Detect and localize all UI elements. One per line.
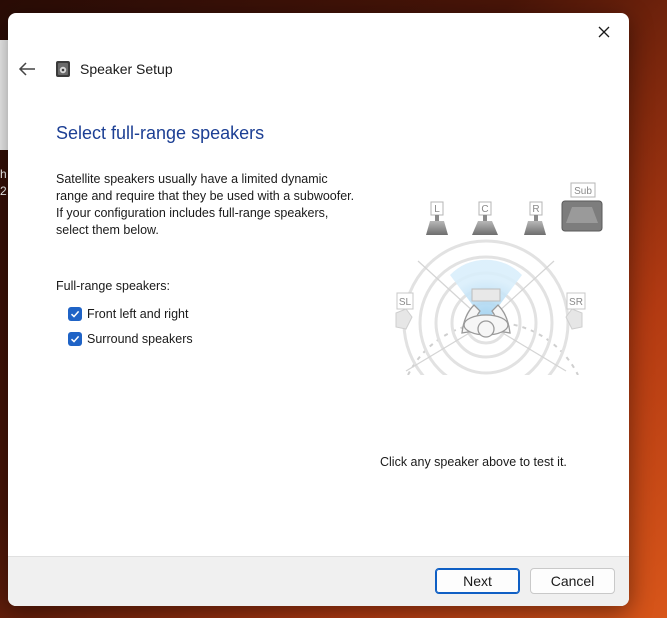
surround-right-speaker[interactable]: SR: [565, 292, 586, 330]
full-range-label: Full-range speakers:: [56, 279, 170, 293]
front-left-right-checkbox[interactable]: Front left and right: [68, 307, 188, 321]
speaker-label: SR: [569, 297, 583, 308]
subwoofer-speaker[interactable]: Sub: [561, 182, 603, 232]
speaker-setup-dialog: Speaker Setup Select full-range speakers…: [8, 13, 629, 606]
checkbox-label: Surround speakers: [87, 332, 193, 346]
speaker-label: R: [532, 204, 539, 215]
next-button[interactable]: Next: [435, 568, 520, 594]
front-right-speaker[interactable]: R: [524, 201, 546, 235]
background-text-fragment: h 2: [0, 167, 7, 198]
description-text: Satellite speakers usually have a limite…: [56, 172, 355, 237]
page-title: Select full-range speakers: [56, 123, 265, 143]
cancel-button[interactable]: Cancel: [530, 568, 615, 594]
surround-speakers-checkbox[interactable]: Surround speakers: [68, 332, 193, 346]
speaker-setup-icon: [56, 61, 70, 77]
front-left-speaker[interactable]: L: [426, 201, 448, 235]
checkmark-icon: [70, 310, 80, 318]
checkbox-checked[interactable]: [68, 307, 82, 321]
speaker-label: SL: [399, 297, 412, 308]
surround-left-speaker[interactable]: SL: [395, 292, 414, 330]
speaker-label: Sub: [574, 186, 592, 197]
center-speaker[interactable]: C: [472, 201, 498, 235]
close-button[interactable]: [589, 19, 619, 45]
dialog-footer: Next Cancel: [8, 556, 629, 606]
speaker-test-hint: Click any speaker above to test it.: [380, 455, 567, 469]
display-icon: [471, 288, 501, 302]
speaker-diagram: L C R Sub SL SR: [395, 182, 603, 375]
checkbox-checked[interactable]: [68, 332, 82, 346]
back-button[interactable]: [15, 57, 39, 81]
dialog-header: Speaker Setup: [8, 53, 629, 87]
checkmark-icon: [70, 335, 80, 343]
checkbox-label: Front left and right: [87, 307, 189, 321]
close-icon: [598, 26, 610, 38]
back-arrow-icon: [18, 62, 35, 76]
speaker-label: C: [481, 204, 488, 215]
window-title: Speaker Setup: [80, 61, 173, 77]
speaker-label: L: [434, 204, 440, 215]
